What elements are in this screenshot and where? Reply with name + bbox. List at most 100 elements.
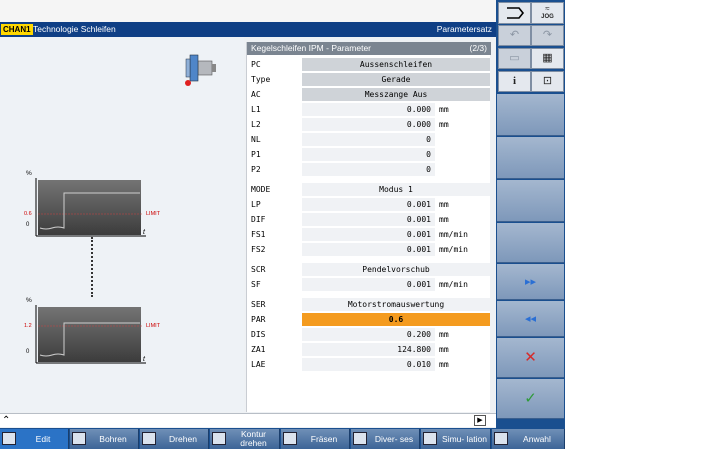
param-row-pc: PC Aussenschleifen <box>247 57 491 72</box>
help-graphic: % 0 0.6 LIMIT t % 0 1.2 LIMIT t <box>0 37 244 412</box>
param-input-field[interactable]: 0.000 <box>302 103 435 116</box>
softkey-v1[interactable] <box>497 94 564 136</box>
param-label: L1 <box>251 105 261 114</box>
param-unit: mm <box>439 345 449 354</box>
param-input-field[interactable]: 0.001 <box>302 228 435 241</box>
horizontal-scroll-bar[interactable]: ⌃ ▶ <box>0 413 496 427</box>
param-row-l1: L1 0.000 mm <box>247 102 491 117</box>
simulation-icon <box>423 432 437 445</box>
param-input-field[interactable]: 0.001 <box>302 213 435 226</box>
parameter-set-label: Parametersatz <box>436 24 492 34</box>
param-row-mode: MODE Modus 1 <box>247 182 491 197</box>
redo-button[interactable]: ↷ <box>531 25 564 46</box>
param-row-dif: DIF 0.001 mm <box>247 212 491 227</box>
param-toggle-field[interactable]: Motorstromauswertung <box>302 298 490 311</box>
grinding-wheel-icon <box>185 54 216 86</box>
jog-label: JOG <box>541 14 554 20</box>
undo-button[interactable]: ↶ <box>498 25 531 46</box>
softkey-kontur-drehen[interactable]: Kontur drehen <box>210 429 280 449</box>
softkey-diver-ses[interactable]: Diver- ses <box>351 429 420 449</box>
softkey-v2[interactable] <box>497 137 564 179</box>
info-button[interactable]: i <box>498 71 531 92</box>
contour-icon <box>212 432 226 445</box>
keyboard-button[interactable]: ▭ <box>498 48 531 69</box>
next-page-button[interactable]: ▸▸ <box>497 264 564 300</box>
edit-icon <box>2 432 16 445</box>
softkey-label: Drehen <box>169 433 197 444</box>
param-label: AC <box>251 90 261 99</box>
param-row-ser: SER Motorstromauswertung <box>247 297 491 312</box>
softkey-label: Diver- ses <box>374 433 414 444</box>
softkey-label: Edit <box>35 433 51 444</box>
machine-area-button[interactable] <box>498 2 531 24</box>
param-row-za1: ZA1 124.800 mm <box>247 342 491 357</box>
jog-icon: ≈ <box>545 4 550 13</box>
param-label: PAR <box>251 315 266 324</box>
param-label: DIS <box>251 330 266 339</box>
page-title: Technologie Schleifen <box>33 24 116 34</box>
softkey-label: Fräsen <box>310 433 338 444</box>
mill-icon <box>283 432 297 445</box>
accept-button[interactable]: ✓ <box>497 379 564 419</box>
turn-icon <box>142 432 156 445</box>
param-toggle-field[interactable]: Gerade <box>302 73 490 86</box>
param-input-field[interactable]: 0.001 <box>302 278 435 291</box>
vertical-softkey-bar: ≈ JOG ↶ ↷ ▭ ▦ i ⊡ ▸▸ ◂◂ ✕ ✓ <box>496 0 565 428</box>
param-input-field[interactable]: 0.001 <box>302 198 435 211</box>
redo-icon: ↷ <box>542 29 553 41</box>
param-toggle-field[interactable]: Pendelvorschub <box>302 263 490 276</box>
param-input-field[interactable]: 0 <box>302 148 435 161</box>
accept-icon: ✓ <box>524 390 537 407</box>
param-input-field[interactable]: 0.010 <box>302 358 435 371</box>
param-row-dis: DIS 0.200 mm <box>247 327 491 342</box>
softkey-anwahl[interactable]: Anwahl <box>492 429 565 449</box>
param-row-scr: SCR Pendelvorschub <box>247 262 491 277</box>
param-input-field[interactable]: 0.200 <box>302 328 435 341</box>
softkey-bohren[interactable]: Bohren <box>70 429 139 449</box>
param-label: FS1 <box>251 230 266 239</box>
scroll-right-icon[interactable]: ▶ <box>474 415 486 426</box>
param-unit: mm <box>439 360 449 369</box>
scroll-up-icon[interactable]: ⌃ <box>2 414 10 427</box>
param-label: FS2 <box>251 245 266 254</box>
param-label: PC <box>251 60 261 69</box>
param-unit: mm <box>439 120 449 129</box>
screenshot-button[interactable]: ⊡ <box>531 71 564 92</box>
softkey-v3[interactable] <box>497 180 564 222</box>
param-input-field[interactable]: 124.800 <box>302 343 435 356</box>
softkey-v4[interactable] <box>497 223 564 263</box>
cancel-icon: ✕ <box>524 349 537 366</box>
softkey-edit[interactable]: Edit <box>0 429 69 449</box>
param-toggle-field[interactable]: Aussenschleifen <box>302 58 490 71</box>
calculator-icon: ▦ <box>542 52 553 64</box>
param-input-field[interactable]: 0.6 <box>302 313 490 326</box>
machine-area-icon <box>506 7 524 19</box>
param-input-field[interactable]: 0.000 <box>302 118 435 131</box>
softkey-fräsen[interactable]: Fräsen <box>281 429 350 449</box>
param-label: LP <box>251 200 261 209</box>
softkey-label: Simu- lation <box>442 433 487 444</box>
cancel-button[interactable]: ✕ <box>497 338 564 378</box>
hmi-screen: CHAN1 Technologie Schleifen Parametersat… <box>0 0 565 449</box>
param-unit: mm <box>439 330 449 339</box>
param-row-fs2: FS2 0.001 mm/min <box>247 242 491 257</box>
param-row-type: Type Gerade <box>247 72 491 87</box>
jog-button[interactable]: ≈ JOG <box>531 2 564 24</box>
param-toggle-field[interactable]: Messzange Aus <box>302 88 490 101</box>
prev-page-button[interactable]: ◂◂ <box>497 301 564 337</box>
param-row-fs1: FS1 0.001 mm/min <box>247 227 491 242</box>
param-unit: mm/min <box>439 245 468 254</box>
param-toggle-field[interactable]: Modus 1 <box>302 183 490 196</box>
softkey-simu-lation[interactable]: Simu- lation <box>421 429 491 449</box>
param-input-field[interactable]: 0 <box>302 163 435 176</box>
param-input-field[interactable]: 0.001 <box>302 243 435 256</box>
param-row-nl: NL 0 <box>247 132 491 147</box>
ellipsis-divider <box>91 237 94 297</box>
parameter-panel: Kegelschleifen IPM - Parameter (2/3) PC A… <box>246 42 491 412</box>
calculator-button[interactable]: ▦ <box>531 48 564 69</box>
param-input-field[interactable]: 0 <box>302 133 435 146</box>
nc-select-icon <box>494 432 508 445</box>
softkey-drehen[interactable]: Drehen <box>140 429 209 449</box>
param-row-lae: LAE 0.010 mm <box>247 357 491 372</box>
param-row-l2: L2 0.000 mm <box>247 117 491 132</box>
